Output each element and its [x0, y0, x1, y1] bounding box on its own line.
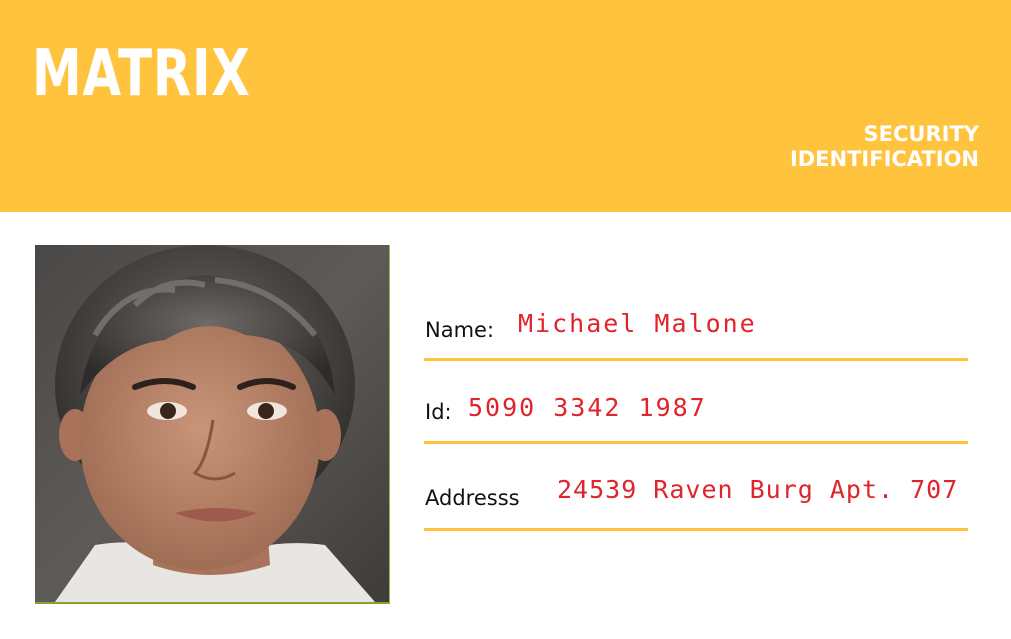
id-card-header: MATRIX SECURITY IDENTIFICATION — [0, 0, 1011, 212]
portrait-image — [35, 245, 389, 602]
id-label: Id: — [425, 400, 452, 424]
portrait-photo — [35, 245, 390, 604]
card-title-line-1: SECURITY — [863, 122, 979, 146]
address-underline — [424, 528, 968, 531]
address-label: Addresss — [425, 486, 520, 510]
card-title-line-2: IDENTIFICATION — [789, 147, 979, 171]
name-label: Name: — [425, 318, 495, 342]
id-value: 5090 3342 1987 — [468, 393, 707, 422]
card-title: SECURITY IDENTIFICATION — [679, 122, 979, 172]
brand-logo-text: MATRIX — [32, 37, 251, 111]
id-underline — [424, 441, 968, 444]
name-value: Michael Malone — [518, 309, 757, 338]
address-value: 24539 Raven Burg Apt. 707 — [557, 475, 959, 504]
name-underline — [424, 358, 968, 361]
